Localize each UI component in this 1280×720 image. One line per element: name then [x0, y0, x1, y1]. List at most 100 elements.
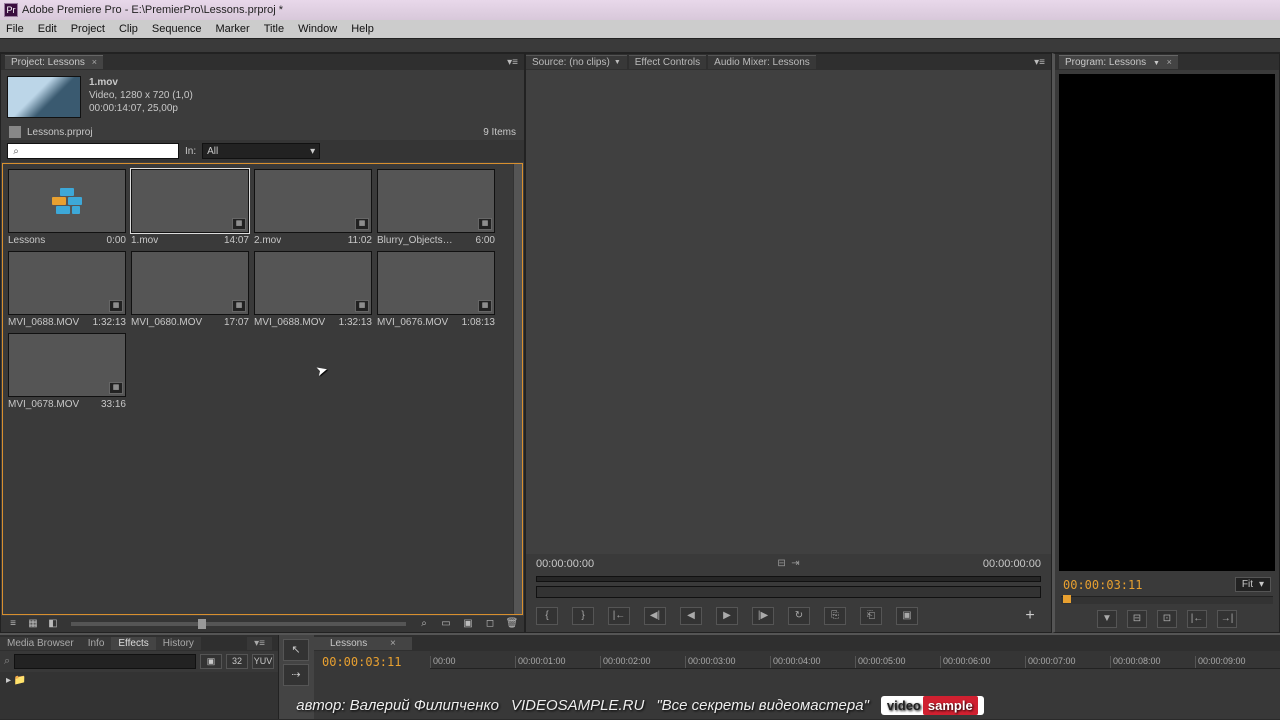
bin-thumbnail[interactable]: ▦	[8, 333, 126, 397]
bin-thumbnail[interactable]	[8, 169, 126, 233]
sequence-icon	[52, 188, 82, 214]
zoom-select[interactable]: Fit ▾	[1235, 577, 1271, 592]
mark-out-button[interactable]: }	[572, 607, 594, 625]
overwrite-button[interactable]: ⎗	[860, 607, 882, 625]
icon-view-button[interactable]: ▦	[25, 617, 41, 631]
effect-controls-tab[interactable]: Effect Controls	[629, 55, 706, 69]
fx-yuv-button[interactable]: YUV	[252, 654, 274, 669]
tab-media-browser[interactable]: Media Browser	[0, 637, 81, 650]
search-field[interactable]	[24, 144, 174, 158]
step-back-button[interactable]: ◀|	[644, 607, 666, 625]
menu-marker[interactable]: Marker	[215, 23, 249, 35]
bin-item-duration: 1:32:13	[93, 317, 126, 328]
program-ruler[interactable]	[1061, 596, 1273, 604]
program-viewer[interactable]	[1059, 74, 1275, 571]
bin-item[interactable]: ▦Blurry_Objects_02....6:00	[377, 169, 495, 246]
panel-menu-icon[interactable]: ▾≡	[247, 637, 272, 650]
menu-project[interactable]: Project	[71, 23, 105, 35]
bins-grid[interactable]: Lessons0:00▦1.mov14:07▦2.mov11:02▦Blurry…	[2, 163, 523, 615]
bin-item[interactable]: ▦MVI_0688.MOV1:32:13	[8, 251, 126, 328]
next-frame-button[interactable]: |▶	[752, 607, 774, 625]
fx-32-button[interactable]: 32	[226, 654, 248, 669]
menu-edit[interactable]: Edit	[38, 23, 57, 35]
export-frame-button[interactable]: ▣	[896, 607, 918, 625]
auto-size-button[interactable]: ◧	[45, 617, 61, 631]
audio-mixer-tab[interactable]: Audio Mixer: Lessons	[708, 55, 816, 69]
delete-button[interactable]: 🗑	[504, 617, 520, 631]
source-tab[interactable]: Source: (no clips) ▼	[526, 55, 627, 69]
project-tab[interactable]: Project: Lessons ×	[5, 55, 103, 69]
list-view-button[interactable]: ≡	[5, 617, 21, 631]
bin-item[interactable]: ▦MVI_0680.MOV17:07	[131, 251, 249, 328]
filter-select[interactable]: All ▾	[202, 143, 320, 159]
effects-folder[interactable]: ▸ 📁	[6, 675, 272, 686]
prev-frame-button[interactable]: ◀	[680, 607, 702, 625]
source-ruler[interactable]	[536, 576, 1041, 582]
thumbnail-size-slider[interactable]	[71, 622, 406, 626]
close-icon[interactable]: ×	[92, 57, 97, 67]
menubar: File Edit Project Clip Sequence Marker T…	[0, 20, 1280, 38]
playhead-icon[interactable]	[1063, 595, 1071, 603]
search-input[interactable]: ⌕	[7, 143, 179, 159]
go-next-button[interactable]: →|	[1217, 610, 1237, 628]
bin-thumbnail[interactable]: ▦	[377, 169, 495, 233]
menu-file[interactable]: File	[6, 23, 24, 35]
find-button[interactable]: ⌕	[416, 617, 432, 631]
fx-filter-button[interactable]: ▣	[200, 654, 222, 669]
chevron-down-icon[interactable]: ▼	[1153, 60, 1160, 67]
menu-help[interactable]: Help	[351, 23, 374, 35]
go-prev-button[interactable]: |←	[1187, 610, 1207, 628]
new-item-button[interactable]: ▣	[460, 617, 476, 631]
source-marker-icons[interactable]: ⊟ ⇥	[777, 558, 799, 570]
close-icon[interactable]: ×	[382, 637, 404, 650]
bin-thumbnail[interactable]: ▦	[254, 251, 372, 315]
effects-search-input[interactable]	[14, 654, 196, 669]
extract-button[interactable]: ⊡	[1157, 610, 1177, 628]
menu-sequence[interactable]: Sequence	[152, 23, 202, 35]
loop-button[interactable]: ↻	[788, 607, 810, 625]
track-select-tool[interactable]: ⇢	[283, 664, 309, 686]
menu-window[interactable]: Window	[298, 23, 337, 35]
tab-effects[interactable]: Effects	[111, 637, 155, 650]
tab-info[interactable]: Info	[81, 637, 112, 650]
menu-clip[interactable]: Clip	[119, 23, 138, 35]
bin-item[interactable]: ▦MVI_0678.MOV33:16	[8, 333, 126, 410]
close-icon[interactable]: ×	[1167, 57, 1172, 67]
new-bin-button[interactable]: ▭	[438, 617, 454, 631]
bin-thumbnail[interactable]: ▦	[377, 251, 495, 315]
add-button[interactable]: +	[1019, 607, 1041, 625]
play-button[interactable]: ▶	[716, 607, 738, 625]
search-icon: ⌕	[4, 655, 10, 668]
source-scrubber[interactable]	[536, 586, 1041, 598]
bin-item[interactable]: Lessons0:00	[8, 169, 126, 246]
menu-title[interactable]: Title	[264, 23, 284, 35]
panel-menu-icon[interactable]: ▾≡	[1034, 57, 1045, 68]
lift-button[interactable]: ⊟	[1127, 610, 1147, 628]
panel-menu-icon[interactable]: ▾≡	[507, 57, 518, 68]
mark-in-button[interactable]: ▼	[1097, 610, 1117, 628]
bin-item[interactable]: ▦MVI_0688.MOV1:32:13	[254, 251, 372, 328]
bin-thumbnail[interactable]: ▦	[131, 251, 249, 315]
tab-history[interactable]: History	[156, 637, 201, 650]
bin-item[interactable]: ▦MVI_0676.MOV1:08:13	[377, 251, 495, 328]
go-in-button[interactable]: |←	[608, 607, 630, 625]
selection-tool[interactable]: ↖	[283, 639, 309, 661]
timeline-timecode[interactable]: 00:00:03:11	[322, 655, 422, 669]
timeline-ruler[interactable]: 00:0000:00:01:0000:00:02:0000:00:03:0000…	[430, 651, 1280, 669]
bin-thumbnail[interactable]: ▦	[131, 169, 249, 233]
mark-in-button[interactable]: {	[536, 607, 558, 625]
program-tab[interactable]: Program: Lessons ▼ ×	[1059, 55, 1178, 69]
bin-thumbnail[interactable]: ▦	[254, 169, 372, 233]
chevron-down-icon[interactable]: ▼	[614, 59, 621, 66]
source-viewer[interactable]	[526, 70, 1051, 554]
insert-button[interactable]: ⎘	[824, 607, 846, 625]
bin-thumbnail[interactable]: ▦	[8, 251, 126, 315]
program-timecode: 00:00:03:11	[1063, 578, 1142, 592]
bin-item[interactable]: ▦1.mov14:07	[131, 169, 249, 246]
filter-value: All	[207, 146, 218, 157]
clear-button[interactable]: ◻	[482, 617, 498, 631]
bin-item[interactable]: ▦2.mov11:02	[254, 169, 372, 246]
clip-badge-icon: ▦	[232, 300, 246, 312]
clip-preview-thumb[interactable]	[7, 76, 81, 118]
sequence-tab[interactable]: Lessons ×	[314, 637, 412, 650]
